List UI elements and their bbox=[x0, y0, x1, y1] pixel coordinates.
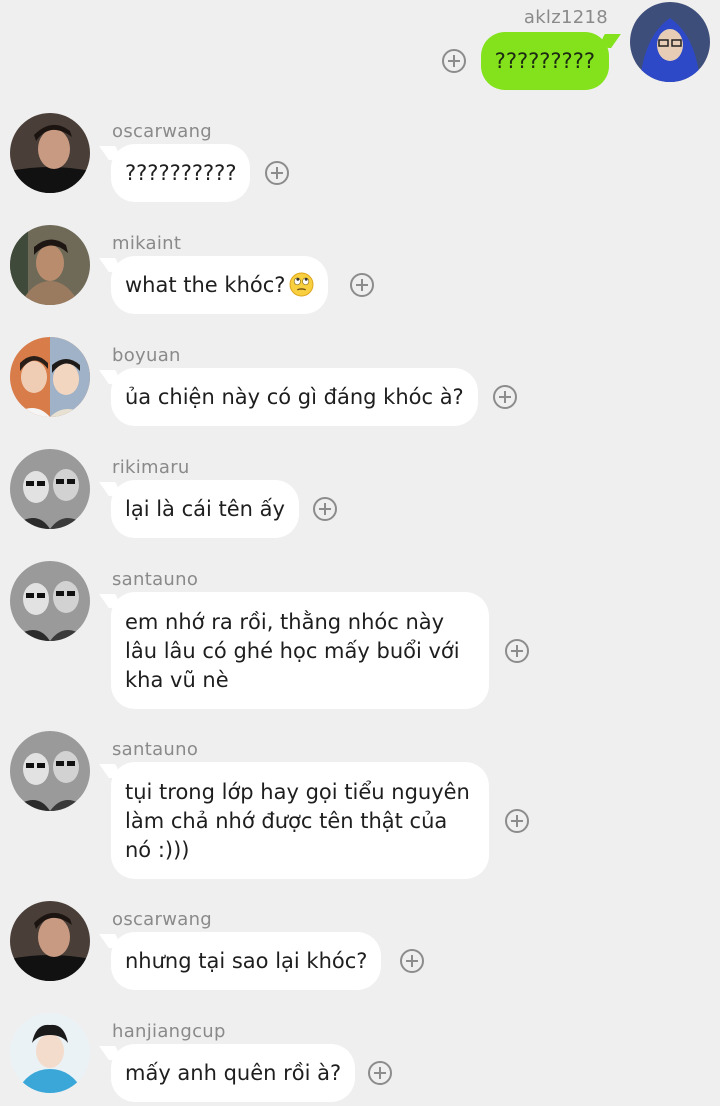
avatar-image bbox=[10, 731, 90, 811]
rolling-eyes-emoji-icon bbox=[289, 272, 314, 297]
message-bubble[interactable]: mấy anh quên rồi à? bbox=[111, 1044, 356, 1102]
message-username: santauno bbox=[112, 739, 199, 760]
avatar[interactable] bbox=[10, 901, 90, 981]
avatar[interactable] bbox=[10, 225, 90, 305]
message-username: oscarwang bbox=[112, 121, 213, 142]
avatar-image bbox=[10, 901, 90, 981]
add-reaction-icon[interactable] bbox=[400, 949, 424, 973]
message-bubble[interactable]: em nhớ ra rồi, thằng nhóc này lâu lâu có… bbox=[111, 592, 489, 709]
message-username: oscarwang bbox=[112, 909, 213, 930]
message-bubble[interactable]: what the khóc? bbox=[111, 256, 329, 314]
avatar[interactable] bbox=[10, 561, 90, 641]
add-reaction-icon[interactable] bbox=[313, 497, 337, 521]
add-reaction-icon[interactable] bbox=[505, 639, 529, 663]
add-reaction-icon[interactable] bbox=[368, 1061, 392, 1085]
add-reaction-icon[interactable] bbox=[493, 385, 517, 409]
message-username: santauno bbox=[112, 569, 199, 590]
avatar[interactable] bbox=[10, 449, 90, 529]
message-username: boyuan bbox=[112, 345, 181, 366]
message-bubble[interactable]: tụi trong lớp hay gọi tiểu nguyên làm ch… bbox=[111, 762, 489, 879]
chat-thread: aklz1218 ????????? oscarwang ?????????? bbox=[0, 0, 720, 1106]
message-bubble[interactable]: ?????????? bbox=[111, 144, 251, 202]
avatar[interactable] bbox=[10, 113, 90, 193]
avatar[interactable] bbox=[10, 731, 90, 811]
avatar-image bbox=[10, 337, 90, 417]
avatar-image bbox=[10, 1013, 90, 1093]
avatar-image bbox=[10, 449, 90, 529]
message-bubble[interactable]: ủa chiện này có gì đáng khóc à? bbox=[111, 368, 478, 426]
message-text: what the khóc? bbox=[125, 273, 286, 297]
add-reaction-icon[interactable] bbox=[505, 809, 529, 833]
add-reaction-icon[interactable] bbox=[350, 273, 374, 297]
avatar[interactable] bbox=[10, 337, 90, 417]
add-reaction-icon[interactable] bbox=[265, 161, 289, 185]
add-reaction-icon[interactable] bbox=[442, 49, 466, 73]
message-bubble[interactable]: nhưng tại sao lại khóc? bbox=[111, 932, 382, 990]
message-username: mikaint bbox=[112, 233, 182, 254]
avatar[interactable] bbox=[630, 2, 710, 82]
avatar-image bbox=[10, 113, 90, 193]
message-username: hanjiangcup bbox=[112, 1021, 226, 1042]
message-bubble[interactable]: ????????? bbox=[480, 32, 609, 90]
message-username: aklz1218 bbox=[523, 7, 608, 28]
message-username: rikimaru bbox=[112, 457, 190, 478]
avatar-image bbox=[10, 561, 90, 641]
avatar-image bbox=[630, 2, 710, 82]
avatar[interactable] bbox=[10, 1013, 90, 1093]
avatar-image bbox=[10, 225, 90, 305]
message-bubble[interactable]: lại là cái tên ấy bbox=[111, 480, 299, 538]
